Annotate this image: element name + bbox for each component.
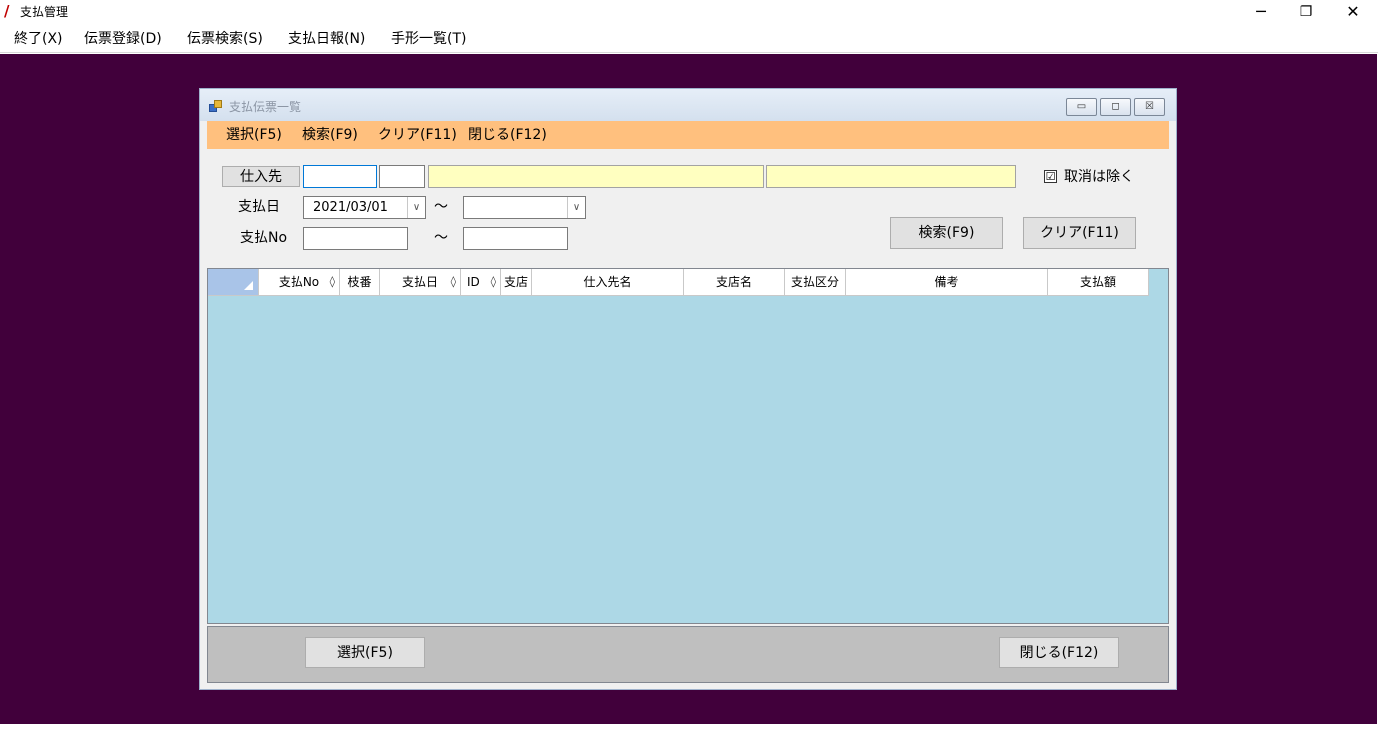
menu-voucher-entry[interactable]: 伝票登録(D) bbox=[84, 30, 162, 48]
pay-no-from-input[interactable] bbox=[303, 227, 408, 250]
date-range-tilde: ～ bbox=[434, 199, 448, 215]
child-restore-icon[interactable]: ◻ bbox=[1100, 98, 1131, 116]
column-header-pay-no[interactable]: 支払No ◊ bbox=[259, 269, 340, 296]
supplier-branch-name-field bbox=[766, 165, 1016, 188]
window-icon bbox=[209, 100, 223, 112]
sort-icon: ◊ bbox=[490, 275, 496, 288]
close-button[interactable]: 閉じる(F12) bbox=[999, 637, 1119, 668]
chevron-down-icon[interactable]: ∨ bbox=[567, 197, 585, 218]
app-title-bar: / 支払管理 ─ ❐ ✕ bbox=[0, 0, 1378, 24]
supplier-lookup-button[interactable]: 仕入先 bbox=[222, 166, 300, 187]
minimize-icon[interactable]: ─ bbox=[1238, 0, 1284, 24]
exclude-cancel-label: 取消は除く bbox=[1064, 169, 1134, 185]
chevron-down-icon[interactable]: ∨ bbox=[407, 197, 425, 218]
pay-date-from-value: 2021/03/01 bbox=[313, 200, 388, 215]
column-header-branch[interactable]: 支店 bbox=[501, 269, 532, 296]
child-menu-search[interactable]: 検索(F9) bbox=[302, 126, 358, 144]
supplier-code-input[interactable] bbox=[303, 165, 377, 188]
select-button[interactable]: 選択(F5) bbox=[305, 637, 425, 668]
pay-no-to-input[interactable] bbox=[463, 227, 568, 250]
column-header-id[interactable]: ID ◊ bbox=[461, 269, 501, 296]
pay-date-to-picker[interactable]: ∨ bbox=[463, 196, 586, 219]
column-header-pay-date[interactable]: 支払日 ◊ bbox=[380, 269, 461, 296]
child-close-icon[interactable]: ☒ bbox=[1134, 98, 1165, 116]
child-menu-close[interactable]: 閉じる(F12) bbox=[468, 126, 547, 144]
close-icon[interactable]: ✕ bbox=[1330, 0, 1376, 24]
child-menubar: 選択(F5) 検索(F9) クリア(F11) 閉じる(F12) bbox=[207, 121, 1169, 149]
column-header-branch-no[interactable]: 枝番 bbox=[340, 269, 380, 296]
pay-no-label: 支払No bbox=[240, 230, 288, 246]
app-logo-icon: / bbox=[4, 2, 10, 20]
bottom-button-panel: 選択(F5) 閉じる(F12) bbox=[207, 626, 1169, 683]
column-header-amount[interactable]: 支払額 bbox=[1048, 269, 1149, 296]
pay-no-range-tilde: ～ bbox=[434, 230, 448, 246]
supplier-name-field bbox=[428, 165, 764, 188]
payment-voucher-grid[interactable]: 支払No ◊ 枝番 支払日 ◊ ID ◊ 支店 仕入先名 支店名 支払区分 備考 支払… bbox=[207, 268, 1169, 624]
pay-date-label: 支払日 bbox=[238, 199, 280, 215]
column-header-remarks[interactable]: 備考 bbox=[846, 269, 1048, 296]
menu-payment-daily-report[interactable]: 支払日報(N) bbox=[288, 30, 365, 48]
app-title: 支払管理 bbox=[20, 5, 69, 19]
status-strip bbox=[0, 724, 1378, 734]
search-button[interactable]: 検索(F9) bbox=[890, 217, 1003, 249]
child-minimize-icon[interactable]: ▭ bbox=[1066, 98, 1097, 116]
column-header-pay-category[interactable]: 支払区分 bbox=[785, 269, 846, 296]
grid-header-row: 支払No ◊ 枝番 支払日 ◊ ID ◊ 支店 仕入先名 支店名 支払区分 備考 支払… bbox=[208, 269, 1149, 296]
exclude-cancel-checkbox[interactable]: ☑ bbox=[1044, 170, 1057, 183]
column-header-branch-name[interactable]: 支店名 bbox=[684, 269, 785, 296]
payment-voucher-list-window: 支払伝票一覧 ▭ ◻ ☒ 選択(F5) 検索(F9) クリア(F11) 閉じる(… bbox=[199, 88, 1177, 690]
main-menubar: 終了(X) 伝票登録(D) 伝票検索(S) 支払日報(N) 手形一覧(T) bbox=[0, 24, 1378, 53]
clear-button[interactable]: クリア(F11) bbox=[1023, 217, 1136, 249]
restore-icon[interactable]: ❐ bbox=[1283, 0, 1329, 24]
column-header-supplier-name[interactable]: 仕入先名 bbox=[532, 269, 684, 296]
grid-select-all-corner[interactable] bbox=[208, 269, 259, 296]
pay-date-from-picker[interactable]: 2021/03/01 ∨ bbox=[303, 196, 426, 219]
child-menu-clear[interactable]: クリア(F11) bbox=[378, 126, 457, 144]
child-window-title: 支払伝票一覧 bbox=[229, 100, 302, 114]
menu-voucher-search[interactable]: 伝票検索(S) bbox=[187, 30, 263, 48]
menu-bill-list[interactable]: 手形一覧(T) bbox=[391, 30, 466, 48]
supplier-branch-input[interactable] bbox=[379, 165, 425, 188]
sort-icon: ◊ bbox=[329, 275, 335, 288]
menu-exit[interactable]: 終了(X) bbox=[14, 30, 63, 48]
child-title-bar: 支払伝票一覧 ▭ ◻ ☒ bbox=[200, 89, 1176, 121]
sort-icon: ◊ bbox=[450, 275, 456, 288]
child-menu-select[interactable]: 選択(F5) bbox=[226, 126, 282, 144]
